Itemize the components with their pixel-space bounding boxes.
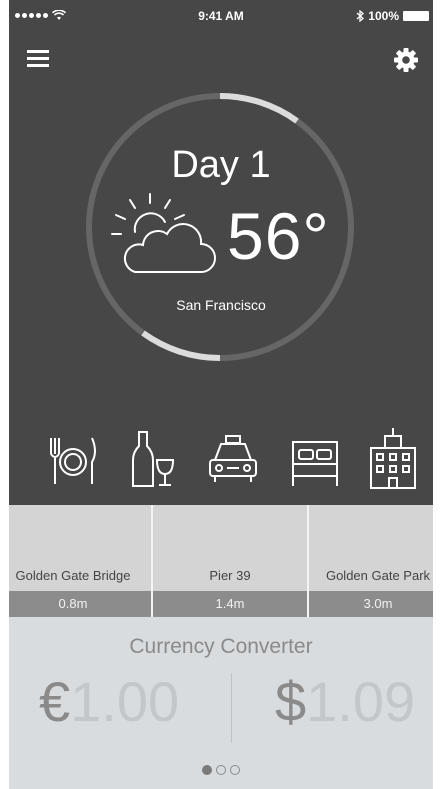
hamburger-menu-icon[interactable] <box>27 50 49 68</box>
battery-percent: 100% <box>368 9 399 23</box>
app-screen: 9:41 AM 100% Day 1 56° San Francisco Gol… <box>9 0 433 789</box>
partly-sunny-icon <box>111 193 216 273</box>
converter-title: Currency Converter <box>129 635 313 658</box>
wine-bar-icon[interactable] <box>127 424 183 490</box>
page-dot[interactable] <box>202 765 212 775</box>
gear-icon[interactable] <box>393 47 419 73</box>
place-distance: 3.0m <box>309 591 433 617</box>
bluetooth-icon <box>356 10 365 22</box>
temperature: 56° <box>227 199 330 273</box>
from-amount-value: 1.00 <box>70 670 180 733</box>
to-amount-value: 1.09 <box>306 670 416 733</box>
place-card[interactable]: Golden Gate Park 3.0m <box>309 505 433 617</box>
nearby-places: Golden Gate Bridge 0.8m Pier 39 1.4m Gol… <box>9 505 433 617</box>
to-currency-symbol: $ <box>275 670 307 733</box>
place-distance: 1.4m <box>153 591 307 617</box>
converter-divider <box>231 673 232 743</box>
weather-panel: 9:41 AM 100% Day 1 56° San Francisco <box>9 0 433 505</box>
status-right: 100% <box>356 9 429 23</box>
place-card[interactable]: Golden Gate Bridge 0.8m <box>9 505 151 617</box>
page-dot[interactable] <box>216 765 226 775</box>
place-name: Pier 39 <box>209 568 251 583</box>
dining-icon[interactable] <box>45 424 101 490</box>
status-bar: 9:41 AM 100% <box>9 0 433 32</box>
to-amount-field[interactable]: $1.09 <box>275 669 415 734</box>
from-amount-field[interactable]: €1.00 <box>39 669 179 734</box>
battery-icon <box>403 11 429 21</box>
page-dot[interactable] <box>230 765 240 775</box>
place-name: Golden Gate Bridge <box>15 568 131 583</box>
page-indicator[interactable] <box>9 765 433 775</box>
building-icon[interactable] <box>365 424 421 490</box>
from-currency-symbol: € <box>39 670 71 733</box>
day-label: Day 1 <box>171 144 271 186</box>
taxi-icon[interactable] <box>205 424 261 490</box>
hotel-bed-icon[interactable] <box>287 424 343 490</box>
place-card[interactable]: Pier 39 1.4m <box>153 505 307 617</box>
city-name: San Francisco <box>176 297 266 313</box>
category-bar <box>9 424 433 494</box>
currency-converter: Currency Converter €1.00 $1.09 <box>9 617 433 789</box>
place-name: Golden Gate Park <box>325 568 431 583</box>
place-distance: 0.8m <box>9 591 151 617</box>
